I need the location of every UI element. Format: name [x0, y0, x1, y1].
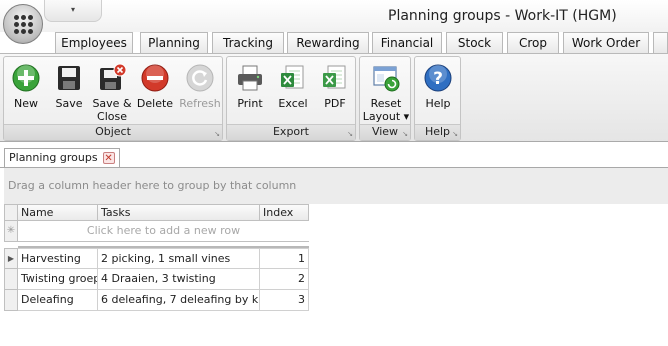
column-header-index[interactable]: Index: [260, 204, 309, 221]
add-icon: [12, 64, 40, 92]
save-button-label: Save: [55, 97, 83, 110]
table-cell-name[interactable]: Twisting groep: [18, 269, 98, 290]
print-button-label: Print: [237, 97, 263, 110]
delete-button-label: Delete: [136, 97, 174, 110]
pdf-button[interactable]: PDF: [317, 61, 353, 110]
window-title: Planning groups - Work-IT (HGM): [388, 8, 617, 24]
pdf-icon: [323, 65, 346, 89]
tab-crop[interactable]: Crop: [507, 32, 559, 53]
column-header-tasks[interactable]: Tasks: [98, 204, 260, 221]
group-help: ? Help Help ↘: [414, 56, 461, 141]
new-row-indicator: ✳: [4, 221, 18, 242]
app-menu-button[interactable]: [3, 4, 43, 44]
document-area: Planning groups ✕ Drag a column header h…: [0, 143, 668, 346]
save-button[interactable]: Save: [50, 61, 88, 110]
save-close-label-line2: Close: [97, 110, 127, 123]
help-button[interactable]: ? Help: [417, 61, 459, 110]
document-tab-label: Planning groups: [9, 151, 98, 164]
refresh-button[interactable]: Refresh: [178, 61, 222, 110]
table-cell-tasks[interactable]: 2 picking, 1 small vines: [98, 248, 260, 269]
tab-employees[interactable]: Employees: [55, 32, 133, 53]
new-button[interactable]: New: [8, 61, 44, 110]
document-tab[interactable]: Planning groups ✕: [4, 148, 120, 167]
table-cell-tasks[interactable]: 4 Draaien, 3 twisting: [98, 269, 260, 290]
refresh-button-label: Refresh: [179, 97, 221, 110]
dialog-launcher-icon[interactable]: ↘: [214, 130, 220, 138]
quick-access-dropdown[interactable]: ▾: [44, 0, 102, 22]
group-export-label: Export ↘: [227, 124, 355, 140]
tab-financial[interactable]: Financial: [372, 32, 442, 53]
group-object-title: Object: [95, 125, 131, 138]
new-row-placeholder[interactable]: Click here to add a new row: [18, 221, 309, 242]
group-view: Reset Layout ▾ View ↘: [359, 56, 411, 141]
group-help-label: Help ↘: [415, 124, 460, 140]
current-row-arrow-icon: ▶: [7, 254, 15, 263]
group-help-title: Help: [424, 125, 451, 138]
table-cell-tasks[interactable]: 6 deleafing, 7 deleafing by knife: [98, 290, 260, 311]
printer-icon: [238, 65, 262, 91]
dialog-launcher-icon[interactable]: ↘: [402, 130, 408, 138]
print-button[interactable]: Print: [231, 61, 269, 110]
tab-tracking[interactable]: Tracking: [212, 32, 284, 53]
reset-layout-button[interactable]: Reset Layout ▾: [362, 61, 410, 123]
save-close-button[interactable]: Save & Close: [92, 61, 132, 123]
group-object-label: Object ↘: [4, 124, 222, 140]
dialog-launcher-icon[interactable]: ↘: [347, 130, 353, 138]
refresh-icon: [186, 64, 214, 92]
column-header-name[interactable]: Name: [18, 204, 98, 221]
delete-button[interactable]: Delete: [135, 61, 175, 110]
table-cell-index[interactable]: 3: [260, 290, 309, 311]
help-button-label: Help: [425, 97, 451, 110]
dialog-launcher-icon[interactable]: ↘: [452, 130, 458, 138]
save-close-icon: [100, 63, 127, 90]
row-indicator[interactable]: [4, 269, 18, 290]
reset-layout-icon: [373, 66, 400, 92]
group-view-label: View ↘: [360, 124, 410, 140]
tab-rewarding[interactable]: Rewarding: [287, 32, 369, 53]
help-icon: ?: [424, 64, 452, 92]
tab-planning[interactable]: Planning: [140, 32, 208, 53]
excel-button[interactable]: Excel: [274, 61, 312, 110]
row-indicator[interactable]: [4, 290, 18, 311]
group-export: Print Excel PDF Export ↘: [226, 56, 356, 141]
tab-work-order[interactable]: Work Order: [563, 32, 649, 53]
reset-layout-label-line1: Reset: [370, 97, 402, 110]
new-row-asterisk-icon: ✳: [6, 225, 16, 236]
ribbon-tab-bar: Employees Planning Tracking Rewarding Fi…: [0, 32, 668, 53]
ribbon: New Save Save & Close Delete Refresh Obj…: [0, 53, 668, 142]
table-cell-name[interactable]: Harvesting: [18, 248, 98, 269]
group-object: New Save Save & Close Delete Refresh Obj…: [3, 56, 223, 141]
group-export-title: Export: [272, 125, 309, 138]
save-icon: [58, 66, 80, 90]
pdf-button-label: PDF: [324, 97, 346, 110]
excel-icon: [281, 65, 304, 89]
group-view-title: View: [371, 125, 399, 138]
save-close-label-line1: Save &: [92, 97, 132, 110]
group-by-panel[interactable]: Drag a column header here to group by th…: [4, 168, 668, 204]
header-corner: [4, 204, 18, 221]
table-cell-index[interactable]: 1: [260, 248, 309, 269]
table-cell-index[interactable]: 2: [260, 269, 309, 290]
close-icon[interactable]: ✕: [102, 152, 115, 164]
new-button-label: New: [14, 97, 38, 110]
tab-overflow[interactable]: [653, 32, 668, 53]
app-grid-icon: [13, 14, 33, 34]
excel-button-label: Excel: [278, 97, 308, 110]
table-cell-name[interactable]: Deleafing: [18, 290, 98, 311]
delete-icon: [141, 64, 169, 92]
svg-text:?: ?: [433, 69, 443, 89]
reset-layout-label-line2: Layout ▾: [362, 110, 410, 123]
row-indicator-current[interactable]: ▶: [4, 248, 18, 269]
tab-stock[interactable]: Stock: [446, 32, 503, 53]
